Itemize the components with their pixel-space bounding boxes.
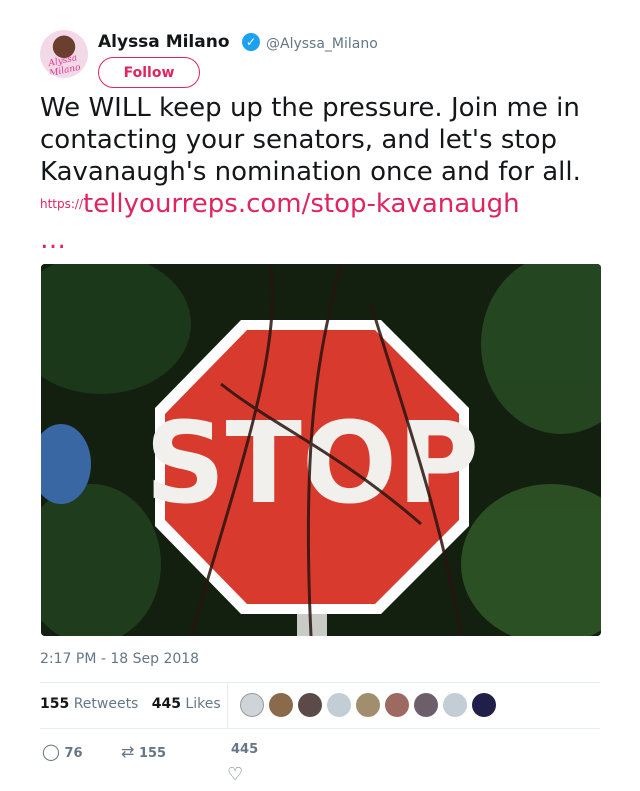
reply-count: 76 [64,746,83,761]
tweet-timestamp[interactable]: 2:17 PM - 18 Sep 2018 [40,651,199,667]
liker-avatar[interactable] [385,693,409,717]
avatar[interactable]: Alyssa Milano [40,30,88,78]
tweet-link-ellipsis[interactable]: … [40,224,66,256]
liker-avatar[interactable] [443,693,467,717]
liker-avatar[interactable] [298,693,322,717]
account-handle[interactable]: @Alyssa_Milano [266,36,378,52]
verified-badge-icon: ✓ [242,33,260,51]
liker-avatar[interactable] [472,693,496,717]
retweet-action[interactable]: ⇄ 155 [121,742,166,761]
liker-avatar[interactable] [414,693,438,717]
retweets-label: Retweets [73,696,139,712]
liker-avatar[interactable] [269,693,293,717]
retweet-icon: ⇄ [121,742,135,761]
heart-icon[interactable]: ♡ [227,764,243,785]
like-count: 445 [231,742,259,757]
liker-avatar[interactable] [327,693,351,717]
liker-avatar[interactable] [356,693,380,717]
tweet-text: We WILL keep up the pressure. Join me in… [40,92,610,220]
divider [40,728,600,729]
tweet-body: We WILL keep up the pressure. Join me in… [40,93,581,187]
reply-icon: ◯ [42,742,60,761]
stats-separator [227,682,228,728]
tweet-image[interactable]: STOP [41,264,601,636]
stop-sign-image: STOP [41,264,601,636]
likes-label: Likes [185,696,221,712]
avatar-logo-text: Alyssa Milano [47,53,82,78]
liker-avatars [240,693,501,717]
follow-button[interactable]: Follow [98,57,200,88]
retweets-stat[interactable]: 155 Retweets [40,696,138,712]
likes-stat[interactable]: 445 Likes [152,696,221,712]
tweet-link-prefix[interactable]: https:// [40,197,83,211]
divider [40,682,600,683]
like-action[interactable]: 445 [231,742,258,757]
retweet-count: 155 [138,746,167,761]
tweet-link[interactable]: tellyourreps.com/stop-kavanaugh [83,189,520,219]
likes-count: 445 [151,696,181,712]
retweets-count: 155 [40,696,70,712]
liker-avatar[interactable] [240,693,264,717]
reply-action[interactable]: ◯ 76 [42,742,83,761]
tweet-stats: 155 Retweets 445 Likes [40,696,221,712]
account-name[interactable]: Alyssa Milano [98,32,230,52]
